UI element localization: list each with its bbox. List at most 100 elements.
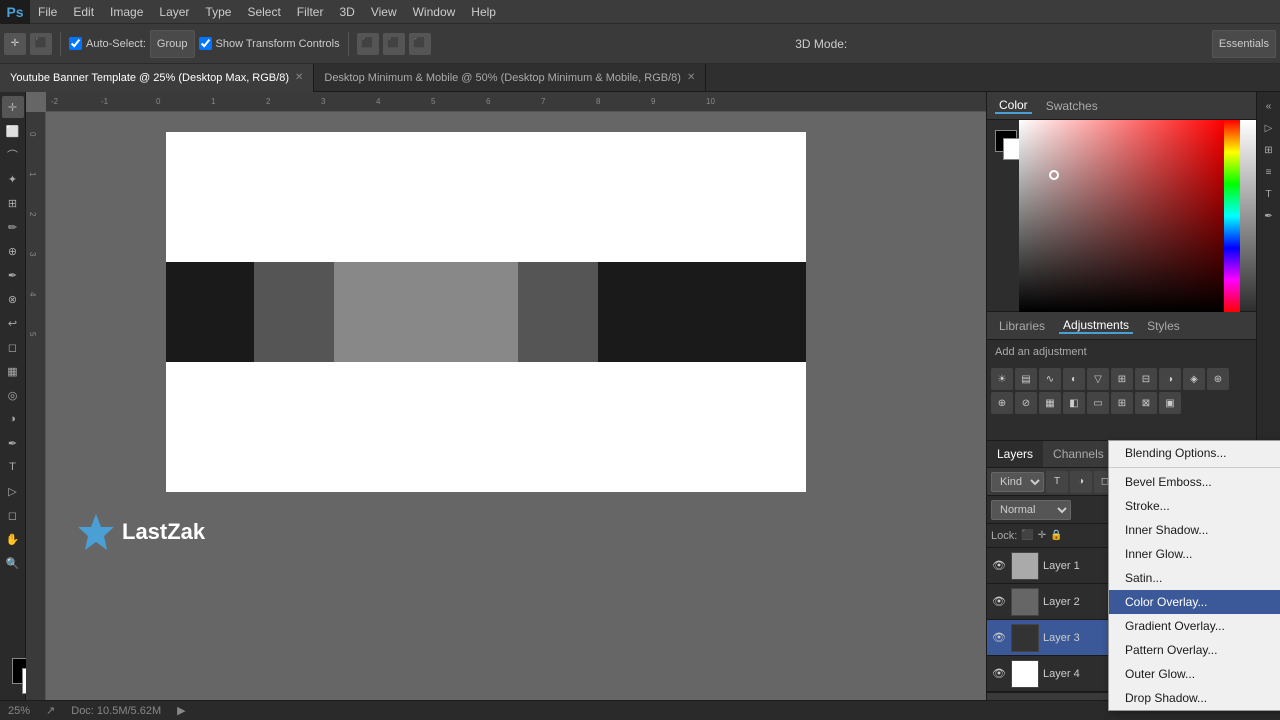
panel-icon-5[interactable]: ✒ (1259, 206, 1279, 226)
bw-adj-icon[interactable]: ◑ (1159, 368, 1181, 390)
posterize-adj-icon[interactable]: ▦ (1039, 392, 1061, 414)
menu-window[interactable]: Window (405, 0, 464, 24)
tab-color[interactable]: Color (995, 98, 1032, 114)
ctx-blending-options[interactable]: Blending Options... (1109, 441, 1280, 465)
clone-tool[interactable]: ⊗ (2, 288, 24, 310)
layer-eye-2[interactable]: 👁 (991, 594, 1007, 610)
healing-tool[interactable]: ⊕ (2, 240, 24, 262)
invert-adj-icon[interactable]: ⊘ (1015, 392, 1037, 414)
color-picker-handle[interactable] (1049, 170, 1059, 180)
color-alpha-bar[interactable] (1240, 120, 1256, 312)
menu-file[interactable]: File (30, 0, 65, 24)
color-lookup-adj-icon[interactable]: ⊕ (991, 392, 1013, 414)
ctx-stroke[interactable]: Stroke... (1109, 494, 1280, 518)
menu-layer[interactable]: Layer (151, 0, 197, 24)
ctx-inner-shadow[interactable]: Inner Shadow... (1109, 518, 1280, 542)
menu-type[interactable]: Type (197, 0, 239, 24)
menu-image[interactable]: Image (102, 0, 151, 24)
ctx-outer-glow[interactable]: Outer Glow... (1109, 662, 1280, 686)
ctx-bevel-emboss[interactable]: Bevel Emboss... (1109, 470, 1280, 494)
auto-select-checkbox[interactable] (69, 37, 82, 50)
tab-layers[interactable]: Layers (987, 441, 1043, 467)
gradient-map-adj-icon[interactable]: ▭ (1087, 392, 1109, 414)
blend-mode-select[interactable]: Normal (991, 500, 1071, 520)
ctx-color-overlay[interactable]: Color Overlay... (1109, 590, 1280, 614)
align-center-icon[interactable]: ⬛ (383, 33, 405, 55)
ctx-satin[interactable]: Satin... (1109, 566, 1280, 590)
threshold-adj-icon[interactable]: ◧ (1063, 392, 1085, 414)
hsl-adj-icon[interactable]: ⊞ (1111, 368, 1133, 390)
history-brush-tool[interactable]: ↩ (2, 312, 24, 334)
ctx-pattern-overlay[interactable]: Pattern Overlay... (1109, 638, 1280, 662)
menu-help[interactable]: Help (463, 0, 504, 24)
tab-libraries[interactable]: Libraries (995, 319, 1049, 333)
lock-pixels-icon[interactable]: ⬛ (1021, 530, 1033, 541)
exposure-adj-icon[interactable]: ◐ (1063, 368, 1085, 390)
channel-mixer-adj-icon[interactable]: ⊛ (1207, 368, 1229, 390)
curves-adj-icon[interactable]: ∿ (1039, 368, 1061, 390)
lock-all-icon[interactable]: 🔒 (1050, 530, 1062, 541)
ctx-inner-glow[interactable]: Inner Glow... (1109, 542, 1280, 566)
filter-adj-icon[interactable]: ◑ (1070, 471, 1092, 493)
path-tool[interactable]: ▷ (2, 480, 24, 502)
blur-tool[interactable]: ◎ (2, 384, 24, 406)
color-spectrum-bar[interactable] (1224, 120, 1240, 312)
tab-channels[interactable]: Channels (1043, 441, 1114, 467)
move-tool-options[interactable]: ✛ (4, 33, 26, 55)
marquee-tool[interactable]: ⬜ (2, 120, 24, 142)
panel-icon-1[interactable]: ▷ (1259, 118, 1279, 138)
eraser-tool[interactable]: ◻ (2, 336, 24, 358)
panel-icon-3[interactable]: ≡ (1259, 162, 1279, 182)
move-tool[interactable]: ✛ (2, 96, 24, 118)
export-icon[interactable]: ↗ (46, 704, 55, 717)
vibrance-adj-icon[interactable]: ▽ (1087, 368, 1109, 390)
ctx-gradient-overlay[interactable]: Gradient Overlay... (1109, 614, 1280, 638)
tab-close-2[interactable]: ✕ (687, 72, 695, 83)
panel-icon-2[interactable]: ⊞ (1259, 140, 1279, 160)
ctx-drop-shadow[interactable]: Drop Shadow... (1109, 686, 1280, 710)
hand-tool[interactable]: ✋ (2, 528, 24, 550)
menu-edit[interactable]: Edit (65, 0, 102, 24)
show-transform-checkbox[interactable] (199, 37, 212, 50)
layer-kind-select[interactable]: Kind (991, 472, 1044, 492)
grid-adj-icon[interactable]: ▣ (1159, 392, 1181, 414)
expand-arrow[interactable]: ▶ (177, 704, 185, 717)
essentials-button[interactable]: Essentials (1212, 30, 1276, 58)
quick-select-tool[interactable]: ✦ (2, 168, 24, 190)
gradient-tool[interactable]: ▦ (2, 360, 24, 382)
layer-eye-1[interactable]: 👁 (991, 558, 1007, 574)
menu-view[interactable]: View (363, 0, 405, 24)
text-tool[interactable]: T (2, 456, 24, 478)
menu-select[interactable]: Select (239, 0, 288, 24)
crop-tool[interactable]: ⊞ (2, 192, 24, 214)
filter-type-icon[interactable]: T (1046, 471, 1068, 493)
hue-sat-adj-icon[interactable]: ⊠ (1135, 392, 1157, 414)
align-right-icon[interactable]: ⬛ (409, 33, 431, 55)
levels-adj-icon[interactable]: ▤ (1015, 368, 1037, 390)
tab-youtube-banner[interactable]: Youtube Banner Template @ 25% (Desktop M… (0, 64, 314, 92)
brightness-adj-icon[interactable]: ☀ (991, 368, 1013, 390)
zoom-tool[interactable]: 🔍 (2, 552, 24, 574)
align-left-icon[interactable]: ⬛ (357, 33, 379, 55)
tab-desktop-min[interactable]: Desktop Minimum & Mobile @ 50% (Desktop … (314, 64, 706, 92)
photo-filter-adj-icon[interactable]: ◈ (1183, 368, 1205, 390)
transform-options[interactable]: ⬛ (30, 33, 52, 55)
menu-filter[interactable]: Filter (289, 0, 332, 24)
lasso-tool[interactable]: ⌒ (2, 144, 24, 166)
panel-icon-4[interactable]: T (1259, 184, 1279, 204)
tab-swatches[interactable]: Swatches (1042, 99, 1102, 113)
tab-styles[interactable]: Styles (1143, 319, 1184, 333)
pen-tool[interactable]: ✒ (2, 432, 24, 454)
tab-close-1[interactable]: ✕ (295, 72, 303, 83)
brush-tool[interactable]: ✒ (2, 264, 24, 286)
colorbalance-adj-icon[interactable]: ⊟ (1135, 368, 1157, 390)
layer-eye-3[interactable]: 👁 (991, 630, 1007, 646)
selective-color-adj-icon[interactable]: ⊞ (1111, 392, 1133, 414)
menu-3d[interactable]: 3D (331, 0, 362, 24)
layer-eye-4[interactable]: 👁 (991, 666, 1007, 682)
tab-adjustments[interactable]: Adjustments (1059, 318, 1133, 334)
dodge-tool[interactable]: ◑ (2, 408, 24, 430)
shape-tool[interactable]: ◻ (2, 504, 24, 526)
lock-position-icon[interactable]: ✛ (1038, 530, 1046, 541)
eyedropper-tool[interactable]: ✏ (2, 216, 24, 238)
